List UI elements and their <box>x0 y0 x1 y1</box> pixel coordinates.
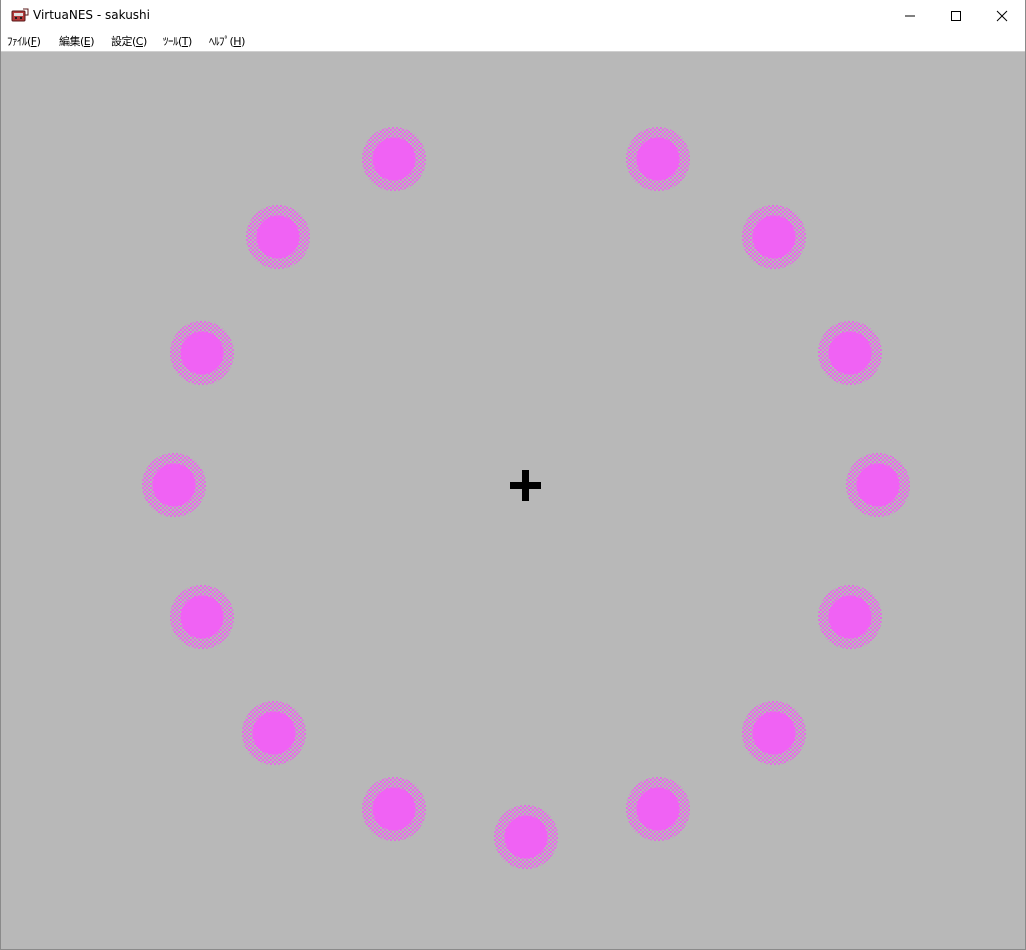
pink-dot <box>626 777 690 841</box>
menu-help-mnemonic: H <box>233 35 242 48</box>
menu-tools-label: ﾂｰﾙ( <box>163 35 182 48</box>
pink-dot <box>246 205 310 269</box>
pink-dot <box>170 321 234 385</box>
maximize-icon <box>950 7 962 26</box>
pink-dot <box>818 585 882 649</box>
menu-tools-suffix: ) <box>188 35 192 48</box>
maximize-button[interactable] <box>933 0 979 32</box>
pink-dot <box>742 205 806 269</box>
app-icon[interactable] <box>11 7 29 25</box>
menu-tools[interactable]: ﾂｰﾙ(T) <box>163 34 192 49</box>
menu-bar: ﾌｧｲﾙ(F) 編集(E) 設定(C) ﾂｰﾙ(T) ﾍﾙﾌﾟ(H) <box>1 32 1025 52</box>
menu-help-label: ﾍﾙﾌﾟ( <box>209 35 234 48</box>
pink-dot <box>818 321 882 385</box>
close-button[interactable] <box>979 0 1025 32</box>
menu-settings[interactable]: 設定(C) <box>111 34 147 49</box>
pink-dot <box>362 127 426 191</box>
menu-file-suffix: ) <box>36 35 41 48</box>
menu-file-label: ﾌｧｲﾙ( <box>7 35 31 48</box>
window-title: VirtuaNES - sakushi <box>33 8 150 22</box>
menu-edit[interactable]: 編集(E) <box>59 34 95 49</box>
title-bar[interactable]: VirtuaNES - sakushi <box>1 0 1025 32</box>
pink-dot <box>742 701 806 765</box>
crosshair-icon <box>509 469 543 503</box>
minimize-button[interactable] <box>887 0 933 32</box>
menu-help[interactable]: ﾍﾙﾌﾟ(H) <box>209 34 245 49</box>
emulator-window: VirtuaNES - sakushi ﾌｧｲﾙ(F) 編集(E) 設定(C) … <box>0 0 1026 950</box>
menu-settings-mnemonic: C <box>135 35 144 48</box>
pink-dot <box>170 585 234 649</box>
pink-dot <box>626 127 690 191</box>
pink-dot <box>362 777 426 841</box>
menu-settings-label: 設定( <box>111 35 136 48</box>
game-screen[interactable] <box>1 52 1025 949</box>
menu-help-suffix: ) <box>241 35 245 48</box>
minimize-icon <box>904 7 916 26</box>
pink-dot <box>242 701 306 765</box>
menu-edit-label: 編集( <box>59 35 84 48</box>
pink-dot <box>846 453 910 517</box>
close-icon <box>996 7 1008 26</box>
pink-dot <box>142 453 206 517</box>
menu-settings-suffix: ) <box>142 35 147 48</box>
pink-dot <box>494 805 558 869</box>
menu-edit-suffix: ) <box>90 35 95 48</box>
menu-file[interactable]: ﾌｧｲﾙ(F) <box>7 34 41 49</box>
